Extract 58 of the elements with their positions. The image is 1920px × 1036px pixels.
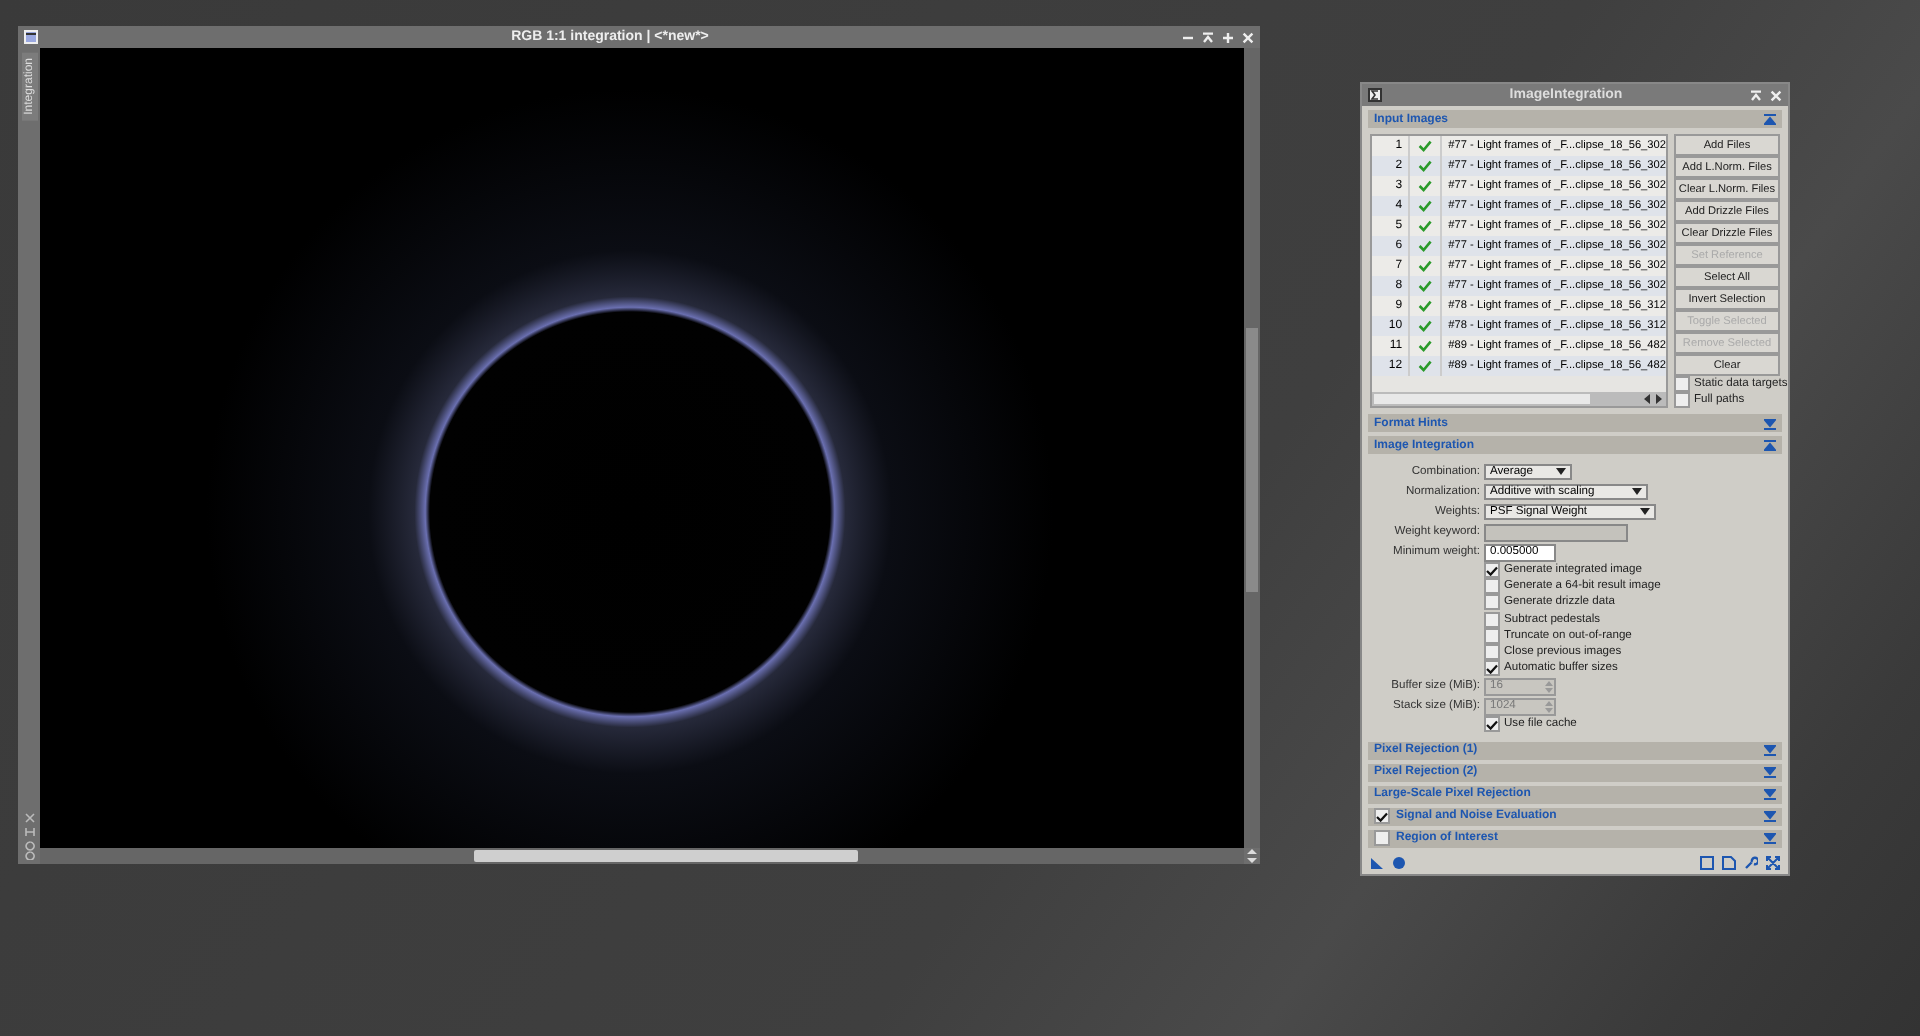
expand-icon[interactable] xyxy=(1766,856,1780,870)
minimize-icon[interactable] xyxy=(1182,31,1194,43)
expand-icon[interactable] xyxy=(1764,788,1776,800)
check-icon[interactable] xyxy=(1418,200,1433,212)
circle-icon[interactable] xyxy=(1392,856,1406,870)
check-icon[interactable] xyxy=(1418,180,1433,192)
window-menu-icon[interactable] xyxy=(24,30,38,44)
check-icon[interactable] xyxy=(1418,340,1433,352)
sigma-icon xyxy=(1368,88,1382,102)
checkbox[interactable] xyxy=(1484,644,1500,661)
check-icon[interactable] xyxy=(1418,260,1433,272)
close-icon[interactable] xyxy=(1242,31,1254,43)
expand-icon[interactable] xyxy=(1764,417,1776,429)
horizontal-scrollbar[interactable] xyxy=(1372,392,1666,406)
checkmark-icon xyxy=(1376,811,1388,821)
triangle-icon[interactable] xyxy=(1370,856,1384,870)
expand-icon[interactable] xyxy=(1764,810,1776,822)
vertical-scrollbar[interactable] xyxy=(1244,48,1260,848)
maximize-icon[interactable] xyxy=(1222,31,1234,43)
check-icon[interactable] xyxy=(1418,160,1433,172)
checkbox[interactable] xyxy=(1484,578,1500,595)
shade-icon[interactable] xyxy=(1202,31,1214,43)
checkbox[interactable] xyxy=(1484,611,1500,628)
check-icon[interactable] xyxy=(1418,140,1433,152)
expand-icon[interactable] xyxy=(1764,766,1776,778)
collapse-icon[interactable] xyxy=(1764,113,1776,125)
check-icon[interactable] xyxy=(1418,220,1433,232)
checkbox[interactable] xyxy=(1374,808,1390,824)
dropdown-caret-icon xyxy=(1632,488,1642,496)
check-icon[interactable] xyxy=(1418,320,1433,332)
dropdown-caret-icon xyxy=(1640,508,1650,516)
document-icon[interactable] xyxy=(1722,856,1736,870)
horizontal-scrollbar[interactable] xyxy=(40,848,1244,864)
checkmark-icon xyxy=(1486,565,1498,576)
shade-icon[interactable] xyxy=(1750,89,1762,101)
checkmark-icon xyxy=(1486,719,1498,730)
checkbox[interactable] xyxy=(1484,594,1500,611)
view-tools-icon[interactable] xyxy=(23,812,35,860)
close-icon[interactable] xyxy=(1770,89,1782,101)
square-icon[interactable] xyxy=(1700,856,1714,870)
expand-icon[interactable] xyxy=(1764,832,1776,844)
checkbox[interactable] xyxy=(1374,830,1390,846)
expand-icon[interactable] xyxy=(1764,744,1776,756)
check-icon[interactable] xyxy=(1418,280,1433,292)
checkbox[interactable] xyxy=(1674,392,1690,408)
scroll-arrows-icon[interactable] xyxy=(1644,394,1662,404)
check-icon[interactable] xyxy=(1418,240,1433,252)
checkbox[interactable] xyxy=(1484,562,1500,579)
scroll-arrows-icon[interactable] xyxy=(1244,848,1260,864)
wrench-icon[interactable] xyxy=(1744,856,1758,870)
check-icon[interactable] xyxy=(1418,300,1433,312)
checkbox[interactable] xyxy=(1484,716,1500,733)
check-icon[interactable] xyxy=(1418,360,1433,372)
dropdown-caret-icon xyxy=(1556,468,1566,476)
checkbox[interactable] xyxy=(1484,660,1500,677)
collapse-icon[interactable] xyxy=(1764,439,1776,451)
checkbox[interactable] xyxy=(1674,376,1690,392)
checkmark-icon xyxy=(1486,663,1498,674)
